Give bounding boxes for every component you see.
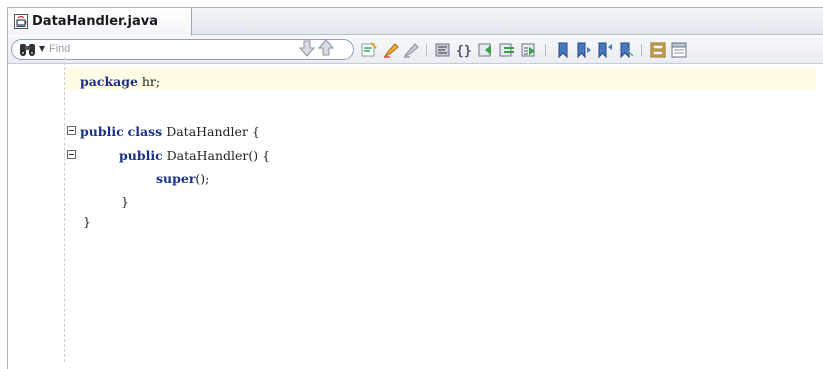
toolbar-separator: [641, 44, 642, 56]
comment-lines-icon[interactable]: [477, 41, 495, 59]
surround-with-braces-icon[interactable]: {}: [455, 41, 473, 59]
uncomment-lines-icon[interactable]: [498, 41, 516, 59]
code-line-3[interactable]: public class DataHandler {: [80, 124, 260, 139]
current-line-highlight: [65, 68, 816, 90]
previous-bookmark-icon[interactable]: [575, 41, 593, 59]
code-line-4[interactable]: public DataHandler() {: [119, 148, 270, 163]
fold-constructor-icon[interactable]: [67, 150, 76, 159]
find-options-dropdown-icon[interactable]: ▼: [39, 44, 45, 53]
editor-window: DataHandler.java ▼ Find {}: [7, 7, 823, 369]
code-text: }: [83, 214, 91, 229]
keyword: public: [119, 148, 163, 163]
code-line-6[interactable]: }: [121, 194, 129, 209]
code-text: ();: [195, 171, 210, 186]
binoculars-icon[interactable]: [18, 42, 38, 57]
clear-bookmarks-icon[interactable]: [617, 41, 635, 59]
code-text: DataHandler() {: [162, 148, 271, 163]
svg-text:{}: {}: [456, 44, 472, 59]
toolbar-separator: [426, 44, 427, 56]
split-view-icon[interactable]: [649, 41, 667, 59]
tab-strip: DataHandler.java: [8, 8, 823, 36]
java-file-icon: [14, 14, 28, 29]
indent-block-icon[interactable]: [520, 41, 538, 59]
reformat-icon[interactable]: [434, 41, 452, 59]
toggle-code-assist-icon[interactable]: [360, 41, 378, 59]
code-text: DataHandler {: [162, 124, 260, 139]
toolbar-separator: [545, 44, 546, 56]
editor-margin-line: [64, 57, 65, 362]
keyword: package: [80, 74, 138, 89]
keyword: super: [156, 171, 196, 186]
code-line-5[interactable]: super();: [156, 171, 209, 186]
next-bookmark-icon[interactable]: [596, 41, 614, 59]
editor-toolbar: ▼ Find {}: [8, 36, 823, 64]
find-next-icon[interactable]: [298, 38, 316, 58]
fold-class-icon[interactable]: [67, 126, 76, 135]
keyword: class: [127, 124, 163, 139]
tab-datahandler-java[interactable]: DataHandler.java: [8, 8, 192, 36]
code-editor[interactable]: [8, 65, 823, 369]
keyword: public: [80, 124, 124, 139]
clear-highlight-icon[interactable]: [402, 41, 420, 59]
properties-icon[interactable]: [670, 41, 688, 59]
code-line-7[interactable]: }: [83, 214, 91, 229]
code-text: hr;: [137, 74, 161, 89]
code-line-1[interactable]: package hr;: [80, 74, 160, 89]
code-text: }: [121, 194, 129, 209]
find-input[interactable]: Find: [49, 43, 70, 55]
highlight-icon[interactable]: [382, 41, 400, 59]
find-previous-icon[interactable]: [317, 38, 335, 58]
tab-label: DataHandler.java: [32, 14, 159, 29]
toggle-bookmark-icon[interactable]: [554, 41, 572, 59]
